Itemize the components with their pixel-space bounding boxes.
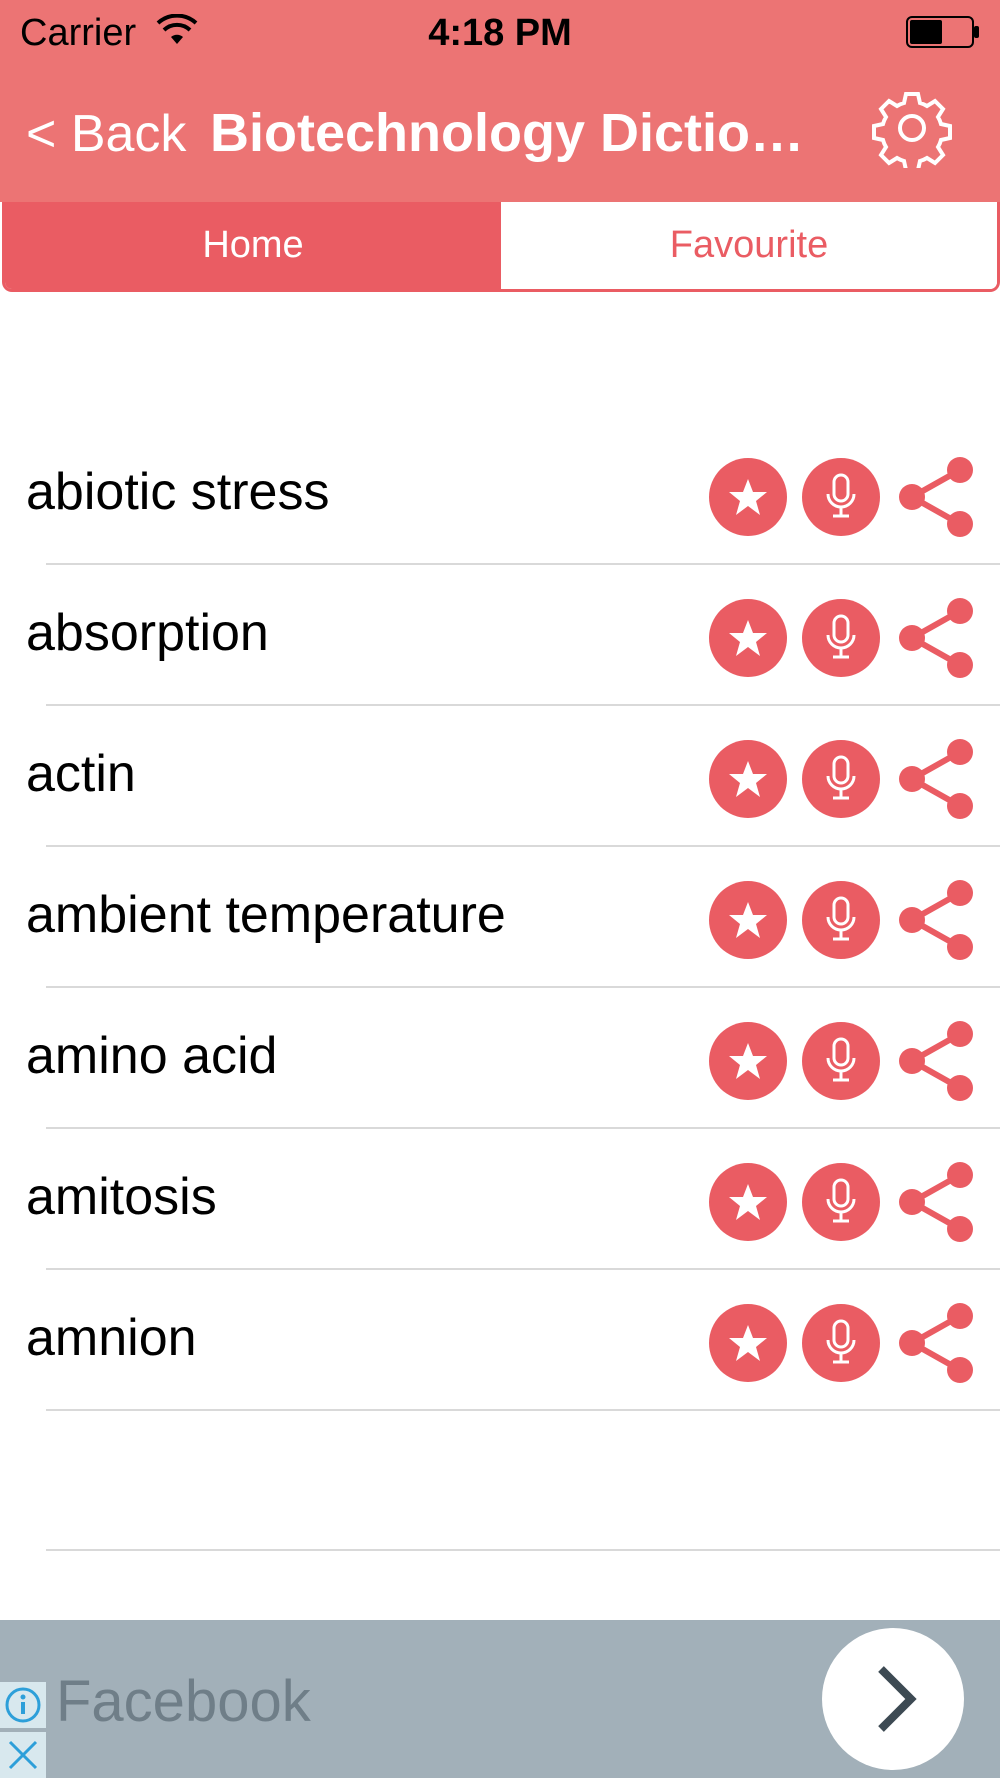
favourite-button[interactable] xyxy=(709,599,787,677)
share-icon[interactable] xyxy=(896,738,976,820)
info-icon[interactable] xyxy=(0,1682,46,1728)
screen: Carrier 4:18 PM < Back Biotechnology Dic… xyxy=(0,0,1000,1778)
microphone-icon xyxy=(826,755,856,800)
share-icon[interactable] xyxy=(896,1020,976,1102)
list-item[interactable]: ambient temperature xyxy=(0,847,1000,988)
favourite-button[interactable] xyxy=(709,1304,787,1382)
pronounce-button[interactable] xyxy=(802,740,880,818)
star-icon xyxy=(729,761,767,797)
word-label: amitosis xyxy=(26,1168,217,1226)
word-label: ambient temperature xyxy=(26,886,506,944)
microphone-icon xyxy=(826,1178,856,1223)
favourite-button[interactable] xyxy=(709,881,787,959)
pronounce-button[interactable] xyxy=(802,1163,880,1241)
pronounce-button[interactable] xyxy=(802,458,880,536)
favourite-button[interactable] xyxy=(709,740,787,818)
word-label: abiotic stress xyxy=(26,463,330,521)
star-icon xyxy=(729,479,767,515)
favourite-button[interactable] xyxy=(709,1022,787,1100)
list-item[interactable]: actin xyxy=(0,706,1000,847)
pronounce-button[interactable] xyxy=(802,599,880,677)
back-button[interactable]: < Back xyxy=(26,104,186,164)
list-divider xyxy=(46,1549,1000,1551)
list-item[interactable]: abiotic stress xyxy=(0,424,1000,565)
row-divider xyxy=(46,1409,1000,1411)
star-icon xyxy=(729,1184,767,1220)
microphone-icon xyxy=(826,473,856,518)
favourite-button[interactable] xyxy=(709,1163,787,1241)
star-icon xyxy=(729,902,767,938)
chevron-right-icon xyxy=(878,1666,917,1732)
ad-text: Facebook xyxy=(56,1669,311,1734)
battery-icon xyxy=(906,16,979,48)
star-icon xyxy=(729,1325,767,1361)
segmented-control: Home Favourite xyxy=(2,202,1000,292)
ad-banner[interactable]: Facebook xyxy=(0,1620,1000,1778)
share-icon[interactable] xyxy=(896,597,976,679)
header: Carrier 4:18 PM < Back Biotechnology Dic… xyxy=(0,0,1000,202)
word-label: actin xyxy=(26,745,136,803)
list-item[interactable]: amitosis xyxy=(0,1129,1000,1270)
word-label: amnion xyxy=(26,1309,197,1367)
star-icon xyxy=(729,620,767,656)
navigation-bar: < Back Biotechnology Diction... xyxy=(0,66,1000,202)
ad-go-button[interactable] xyxy=(822,1628,964,1770)
word-label: amino acid xyxy=(26,1027,278,1085)
gear-icon[interactable] xyxy=(872,88,952,168)
microphone-icon xyxy=(826,896,856,941)
word-label: absorption xyxy=(26,604,269,662)
list-item[interactable]: amino acid xyxy=(0,988,1000,1129)
pronounce-button[interactable] xyxy=(802,1022,880,1100)
microphone-icon xyxy=(826,1319,856,1364)
list-item[interactable]: absorption xyxy=(0,565,1000,706)
close-icon[interactable] xyxy=(0,1732,46,1778)
page-title: Biotechnology Diction... xyxy=(210,103,810,163)
share-icon[interactable] xyxy=(896,1302,976,1384)
pronounce-button[interactable] xyxy=(802,881,880,959)
favourite-button[interactable] xyxy=(709,458,787,536)
pronounce-button[interactable] xyxy=(802,1304,880,1382)
share-icon[interactable] xyxy=(896,456,976,538)
status-bar: Carrier 4:18 PM xyxy=(0,0,1000,66)
status-time: 4:18 PM xyxy=(428,12,572,54)
word-list: abiotic stress absorption actin ambient … xyxy=(0,424,1000,1411)
star-icon xyxy=(729,1043,767,1079)
microphone-icon xyxy=(826,614,856,659)
share-icon[interactable] xyxy=(896,879,976,961)
tab-home[interactable]: Home xyxy=(5,202,501,289)
share-icon[interactable] xyxy=(896,1161,976,1243)
tab-favourite[interactable]: Favourite xyxy=(501,202,997,289)
microphone-icon xyxy=(826,1037,856,1082)
list-item[interactable]: amnion xyxy=(0,1270,1000,1411)
